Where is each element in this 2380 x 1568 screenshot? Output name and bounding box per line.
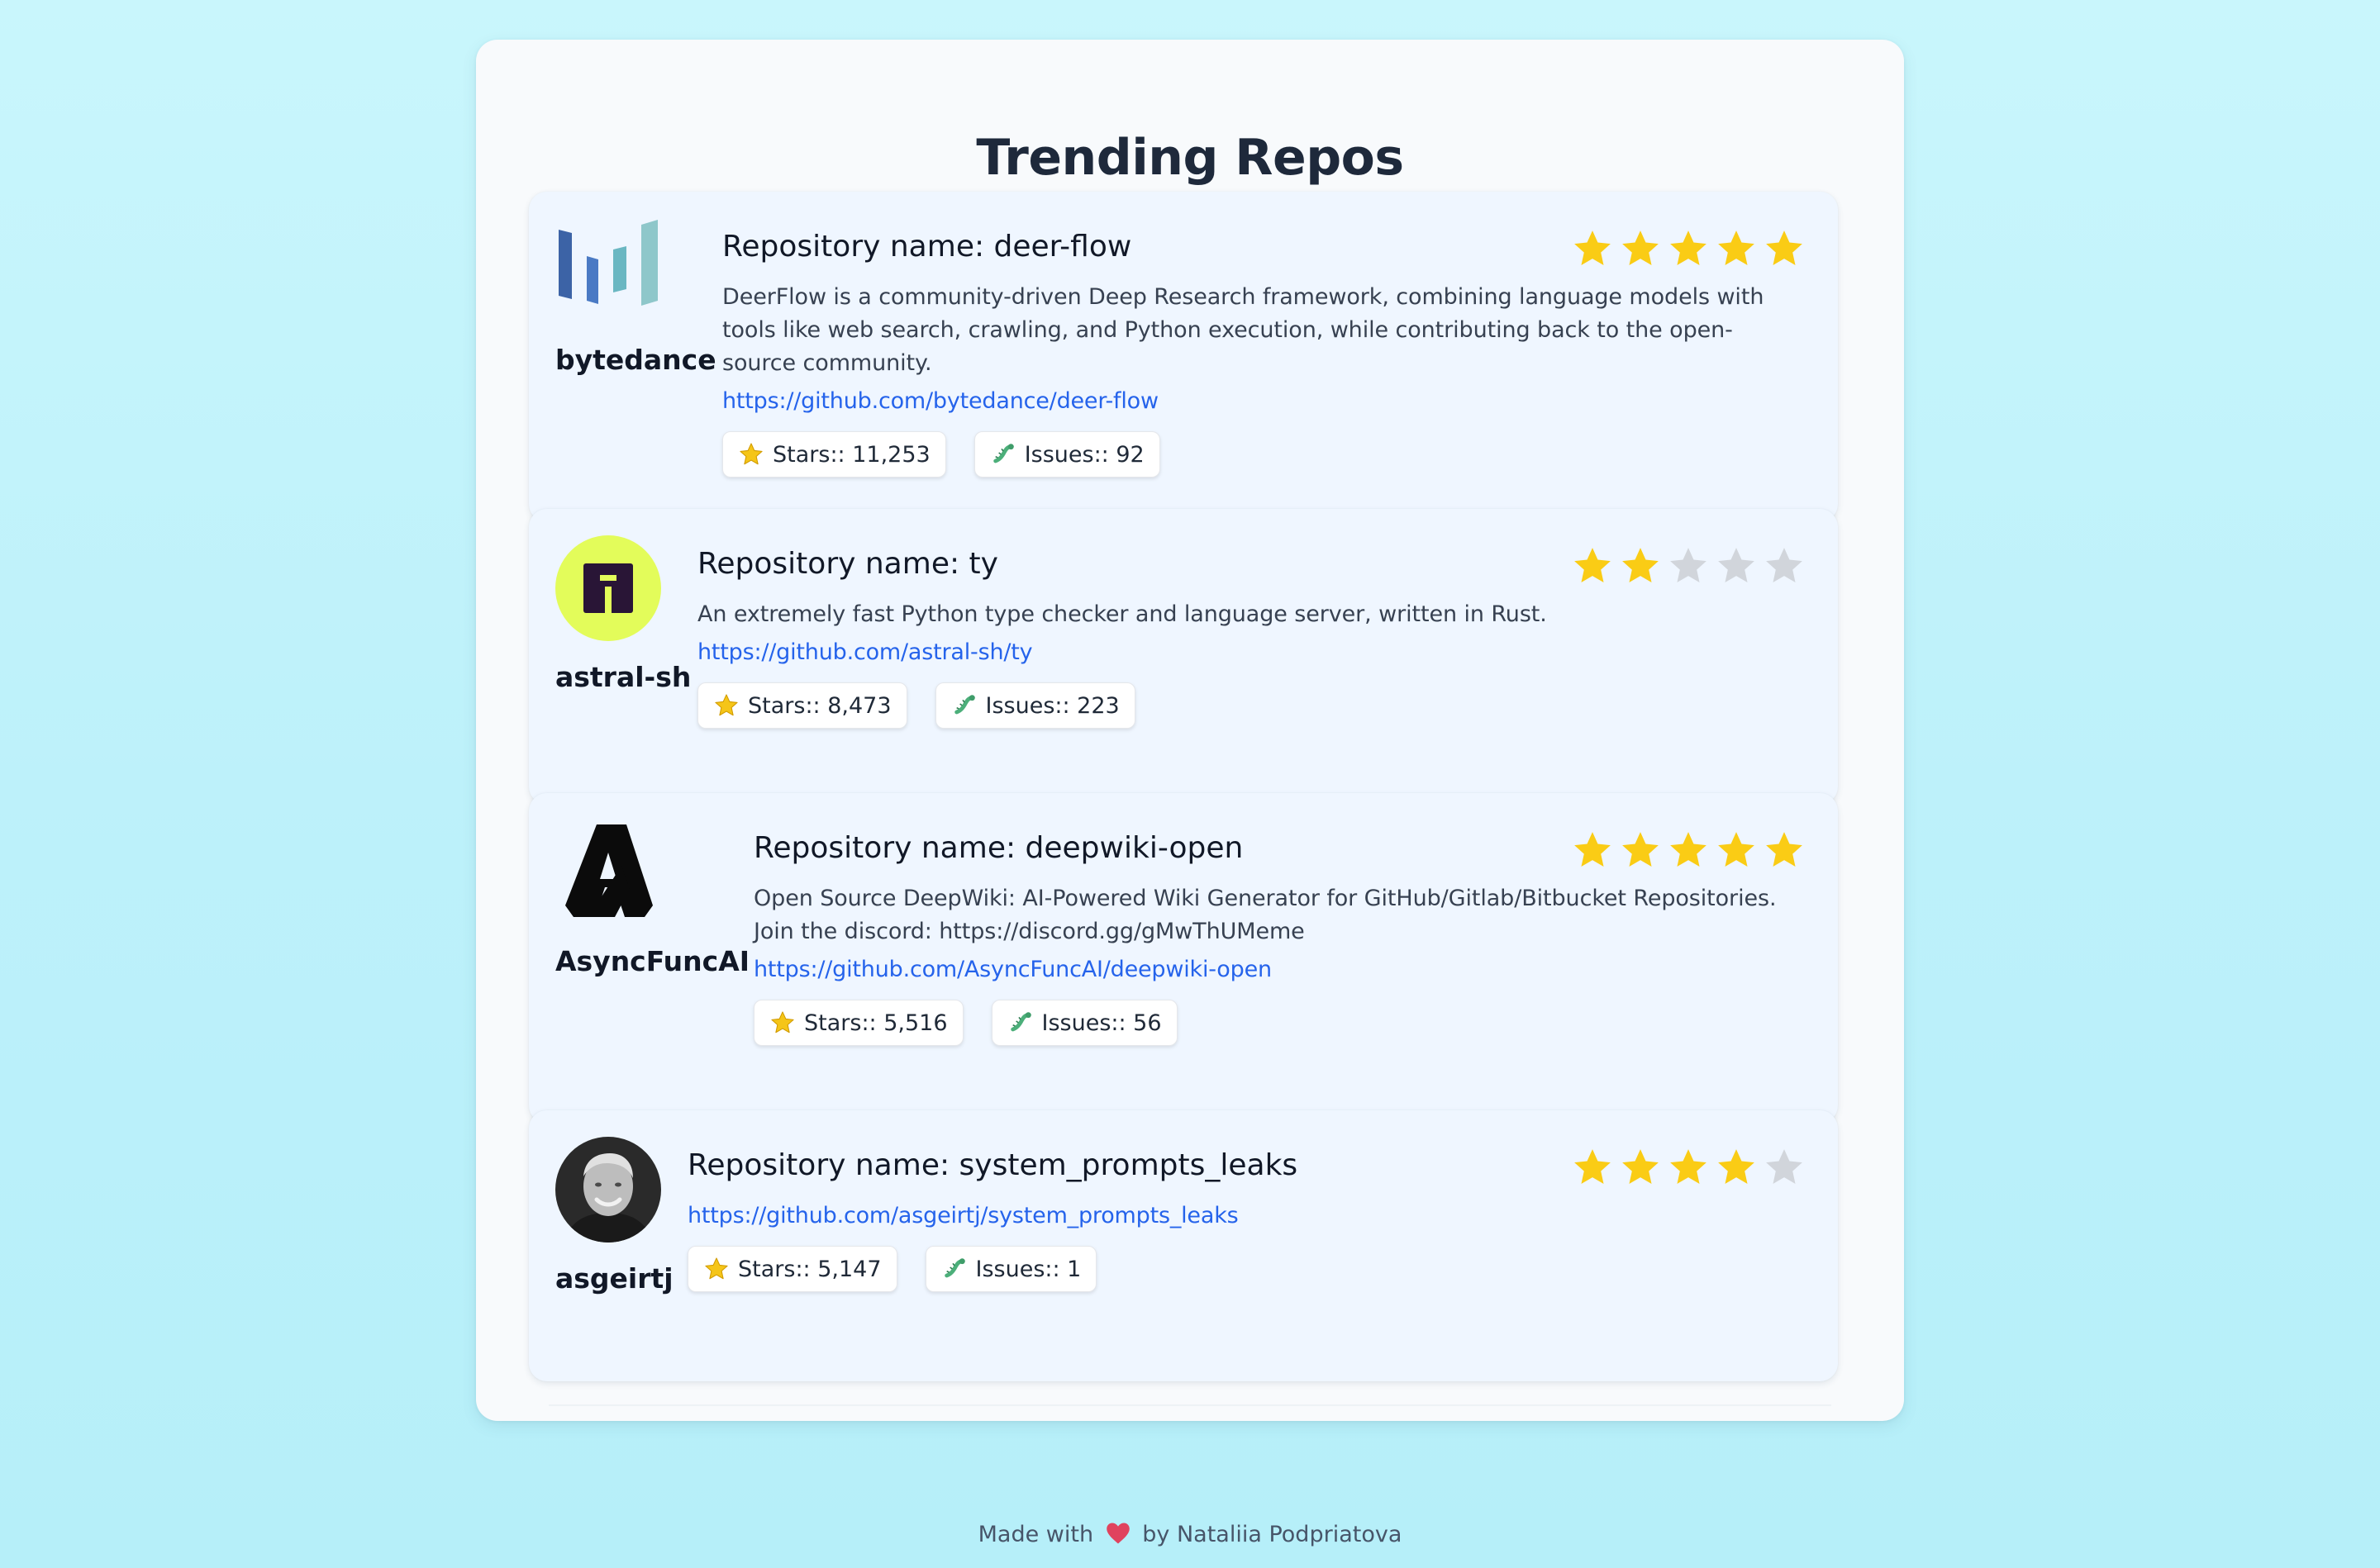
repo-link[interactable]: https://github.com/AsyncFuncAI/deepwiki-… [754, 953, 1805, 986]
stars-badge: Stars:: 8,473 [697, 682, 907, 729]
stars-count: Stars:: 5,516 [804, 1010, 948, 1036]
repo-link[interactable]: https://github.com/bytedance/deer-flow [722, 385, 1805, 418]
repo-title: Repository name: system_prompts_leaks [688, 1148, 1298, 1182]
repo-description: An extremely fast Python type checker an… [697, 601, 1547, 627]
owner-name: asgeirtj [555, 1262, 674, 1295]
repo-badges: Stars:: 5,516 Issues:: 56 [754, 1000, 1805, 1046]
repo-link[interactable]: https://github.com/asgeirtj/system_promp… [688, 1200, 1805, 1233]
repo-card: AsyncFuncAI Repository name: deepwiki-op… [529, 793, 1838, 1124]
repo-content: Repository name: ty An extremely fast Py… [697, 545, 1805, 729]
repo-badges: Stars:: 11,253 Issues:: 92 [722, 431, 1805, 478]
trending-panel: Trending Repos bytedance Repository name… [476, 40, 1904, 1421]
repo-badges: Stars:: 8,473 Issues:: 223 [697, 682, 1805, 729]
repo-card: asgeirtj Repository name: system_prompts… [529, 1110, 1838, 1381]
repo-description: Open Source DeepWiki: AI-Powered Wiki Ge… [754, 886, 1777, 944]
repo-description: DeerFlow is a community-driven Deep Rese… [722, 284, 1764, 376]
repo-owner: bytedance [555, 218, 716, 376]
stars-count: Stars:: 8,473 [748, 692, 892, 719]
issues-count: Issues:: 223 [985, 692, 1120, 719]
repo-card: bytedance Repository name: deer-flow Dee… [529, 192, 1838, 522]
repo-content: Repository name: deepwiki-open Open Sour… [754, 829, 1805, 1046]
stars-badge: Stars:: 11,253 [722, 431, 946, 478]
issues-badge: Issues:: 1 [925, 1246, 1097, 1292]
footer: Made with by Nataliia Podpriatova [0, 1522, 2380, 1551]
astral-logo-icon [555, 535, 661, 641]
bug-icon [990, 441, 1016, 468]
star-icon [769, 1010, 796, 1036]
panel-divider [549, 1404, 1831, 1406]
avatar-photo-icon [555, 1137, 661, 1243]
owner-name: bytedance [555, 344, 716, 376]
bug-icon [1007, 1010, 1034, 1036]
issues-count: Issues:: 56 [1041, 1010, 1162, 1036]
footer-prefix: Made with [978, 1522, 1094, 1547]
footer-suffix: by Nataliia Podpriatova [1142, 1522, 1402, 1547]
repo-content: Repository name: deer-flow DeerFlow is a… [722, 228, 1805, 478]
repo-owner: asgeirtj [555, 1137, 674, 1295]
page-title: Trending Repos [976, 129, 1404, 187]
repo-title: Repository name: deer-flow [722, 230, 1132, 264]
repo-content: Repository name: system_prompts_leaks ht… [688, 1147, 1805, 1292]
issues-badge: Issues:: 56 [991, 1000, 1178, 1046]
stars-count: Stars:: 5,147 [738, 1256, 882, 1282]
repo-title: Repository name: ty [697, 547, 998, 581]
repo-badges: Stars:: 5,147 Issues:: 1 [688, 1246, 1805, 1292]
bug-icon [941, 1256, 968, 1282]
repo-card: astral-sh Repository name: ty An extreme… [529, 509, 1838, 805]
star-icon [713, 692, 740, 719]
bytedance-logo-icon [555, 218, 661, 324]
heart-icon [1106, 1522, 1130, 1551]
repo-owner: astral-sh [555, 535, 691, 693]
issues-badge: Issues:: 223 [935, 682, 1135, 729]
issues-count: Issues:: 92 [1024, 441, 1145, 468]
issues-count: Issues:: 1 [975, 1256, 1082, 1282]
owner-name: AsyncFuncAI [555, 945, 750, 977]
repo-owner: AsyncFuncAI [555, 820, 750, 977]
owner-name: astral-sh [555, 661, 692, 693]
star-icon [703, 1256, 730, 1282]
stars-badge: Stars:: 5,516 [754, 1000, 964, 1046]
repo-title: Repository name: deepwiki-open [754, 831, 1244, 865]
stars-badge: Stars:: 5,147 [688, 1246, 897, 1292]
repo-link[interactable]: https://github.com/astral-sh/ty [697, 636, 1805, 669]
asyncfuncai-logo-icon [555, 820, 661, 925]
issues-badge: Issues:: 92 [973, 431, 1160, 478]
star-icon [738, 441, 764, 468]
stars-count: Stars:: 11,253 [773, 441, 931, 468]
bug-icon [951, 692, 978, 719]
